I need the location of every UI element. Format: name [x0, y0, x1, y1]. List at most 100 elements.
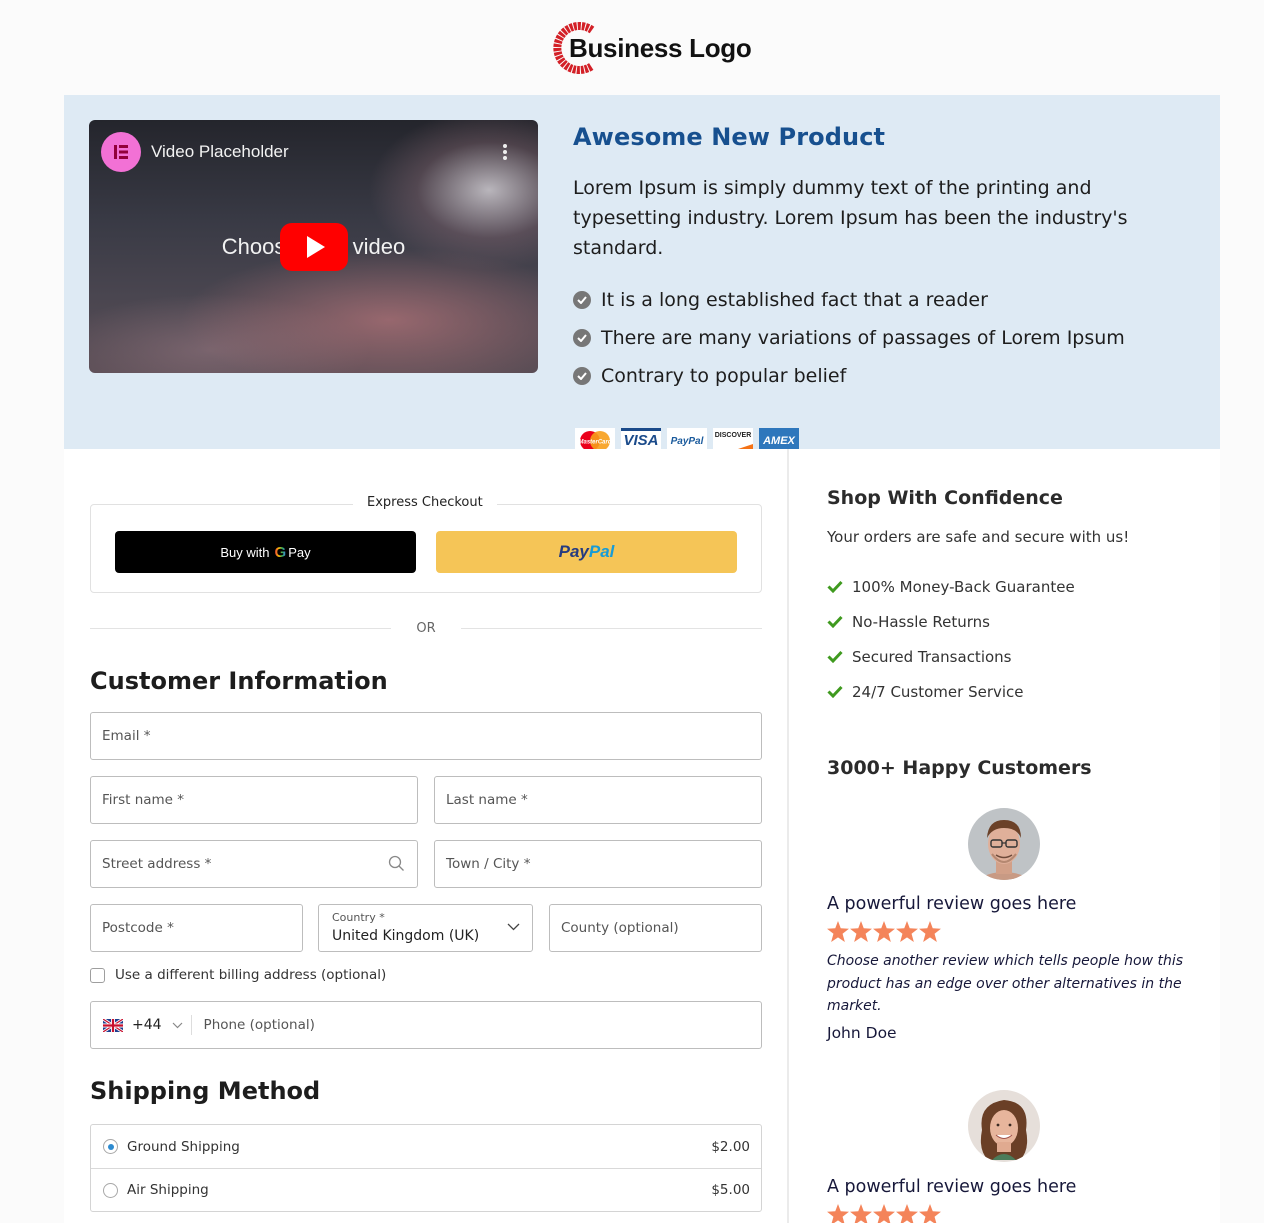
feature-list: It is a long established fact that a rea… [573, 281, 1193, 395]
shipping-price: $5.00 [711, 1182, 750, 1198]
check-circle-icon [573, 329, 591, 347]
star-icon [873, 1204, 895, 1223]
product-description: Lorem Ipsum is simply dummy text of the … [573, 177, 1128, 259]
trust-item: No-Hassle Returns [827, 604, 1075, 639]
postcode-placeholder: Postcode * [102, 920, 174, 936]
or-label: OR [416, 620, 436, 636]
gpay-suffix: Pay [288, 544, 311, 560]
happy-customers-title: 3000+ Happy Customers [827, 757, 1092, 779]
business-logo[interactable]: Business Logo [548, 20, 752, 76]
shipping-option-ground[interactable]: Ground Shipping $2.00 [91, 1125, 761, 1168]
town-city-field[interactable]: Town / City * [434, 840, 762, 888]
video-player[interactable]: Video Placeholder Choose your video [89, 120, 538, 373]
paypal-logo-part2: Pal [588, 542, 615, 561]
confidence-subtitle: Your orders are safe and secure with us! [827, 528, 1130, 546]
phone-placeholder: Phone (optional) [203, 1017, 315, 1033]
review-author: John Doe [827, 1024, 897, 1042]
chevron-down-icon[interactable] [172, 1022, 183, 1029]
county-placeholder: County (optional) [561, 920, 679, 936]
checkbox[interactable] [90, 967, 105, 983]
checkout-main: Express Checkout Buy with G Pay Pay Pal O… [64, 449, 1220, 1223]
email-field[interactable]: Email * [90, 712, 762, 760]
feature-item: It is a long established fact that a rea… [573, 281, 1193, 319]
shipping-method-title: Shipping Method [90, 1077, 321, 1105]
hero-section: Video Placeholder Choose your video Awes… [64, 95, 1220, 454]
star-icon [919, 1204, 941, 1223]
country-label: Country * [332, 910, 385, 924]
phone-field[interactable]: +44 Phone (optional) [90, 1001, 762, 1049]
radio-selected[interactable] [103, 1139, 118, 1154]
reviewer-avatar [968, 808, 1040, 880]
first-name-field[interactable]: First name * [90, 776, 418, 824]
reviewer-avatar [968, 1090, 1040, 1162]
express-checkout-label: Express Checkout [353, 495, 497, 510]
youtube-play-icon[interactable] [280, 223, 348, 271]
feature-item: Contrary to popular belief [573, 357, 1193, 395]
phone-country-code[interactable]: +44 [132, 1017, 162, 1033]
trust-text: No-Hassle Returns [852, 612, 990, 631]
trust-text: Secured Transactions [852, 647, 1012, 666]
county-field[interactable]: County (optional) [549, 904, 762, 952]
star-icon [873, 921, 895, 942]
last-name-field[interactable]: Last name * [434, 776, 762, 824]
feature-text: Contrary to popular belief [601, 365, 847, 387]
street-address-placeholder: Street address * [102, 856, 212, 872]
star-icon [896, 1204, 918, 1223]
checkmark-icon [827, 615, 843, 628]
product-info: Awesome New Product Lorem Ipsum is simpl… [573, 123, 1193, 454]
product-title: Awesome New Product [573, 123, 886, 151]
shipping-label: Air Shipping [127, 1182, 209, 1198]
logo-text: Business Logo [569, 32, 752, 63]
email-placeholder: Email * [102, 728, 151, 744]
radio-unselected[interactable] [103, 1182, 118, 1198]
trust-item: Secured Transactions [827, 639, 1075, 674]
google-g-icon: G [274, 543, 287, 561]
country-select[interactable]: Country * United Kingdom (UK) [318, 904, 533, 952]
trust-text: 100% Money-Back Guarantee [852, 577, 1075, 596]
column-divider [787, 449, 789, 1223]
feature-text: It is a long established fact that a rea… [601, 289, 988, 311]
billing-checkbox-label: Use a different billing address (optiona… [115, 967, 387, 983]
star-icon [919, 921, 941, 942]
gpay-prefix: Buy with [220, 544, 270, 560]
svg-text:MasterCard: MasterCard [578, 440, 611, 446]
feature-text: There are many variations of passages of… [601, 327, 1125, 349]
shipping-options: Ground Shipping $2.00 Air Shipping $5.00 [90, 1124, 762, 1212]
express-checkout: Express Checkout Buy with G Pay Pay Pal [90, 495, 762, 593]
shipping-label: Ground Shipping [127, 1138, 240, 1155]
review-headline: A powerful review goes here [827, 894, 1077, 914]
paypal-button[interactable]: Pay Pal [436, 531, 737, 573]
uk-flag-icon[interactable] [103, 1018, 123, 1032]
shipping-option-air[interactable]: Air Shipping $5.00 [91, 1168, 761, 1211]
confidence-title: Shop With Confidence [827, 487, 1063, 509]
different-billing-checkbox[interactable]: Use a different billing address (optiona… [90, 967, 386, 983]
postcode-field[interactable]: Postcode * [90, 904, 303, 952]
check-circle-icon [573, 367, 591, 385]
phone-separator [190, 1015, 192, 1035]
review-headline: A powerful review goes here [827, 1177, 1077, 1197]
check-circle-icon [573, 291, 591, 309]
star-rating [827, 1204, 941, 1223]
video-title[interactable]: Video Placeholder [151, 142, 289, 162]
review-body: Choose another review which tells people… [827, 953, 1184, 1014]
star-icon [850, 921, 872, 942]
star-icon [896, 921, 918, 942]
country-value: United Kingdom (UK) [332, 927, 480, 944]
elementor-icon[interactable] [101, 132, 141, 172]
google-pay-button[interactable]: Buy with G Pay [115, 531, 416, 573]
more-vertical-icon[interactable] [502, 144, 508, 160]
trust-list: 100% Money-Back Guarantee No-Hassle Retu… [827, 569, 1075, 709]
customer-info-title: Customer Information [90, 667, 388, 695]
paypal-logo-part1: Pay [558, 542, 589, 561]
street-address-field[interactable]: Street address * [90, 840, 418, 888]
star-icon [850, 1204, 872, 1223]
chevron-down-icon [507, 923, 520, 931]
star-icon [827, 1204, 849, 1223]
first-name-placeholder: First name * [102, 792, 185, 808]
search-icon[interactable] [388, 855, 405, 872]
checkmark-icon [827, 650, 843, 663]
trust-text: 24/7 Customer Service [852, 682, 1024, 701]
checkmark-icon [827, 685, 843, 698]
star-icon [827, 921, 849, 942]
feature-item: There are many variations of passages of… [573, 319, 1193, 357]
